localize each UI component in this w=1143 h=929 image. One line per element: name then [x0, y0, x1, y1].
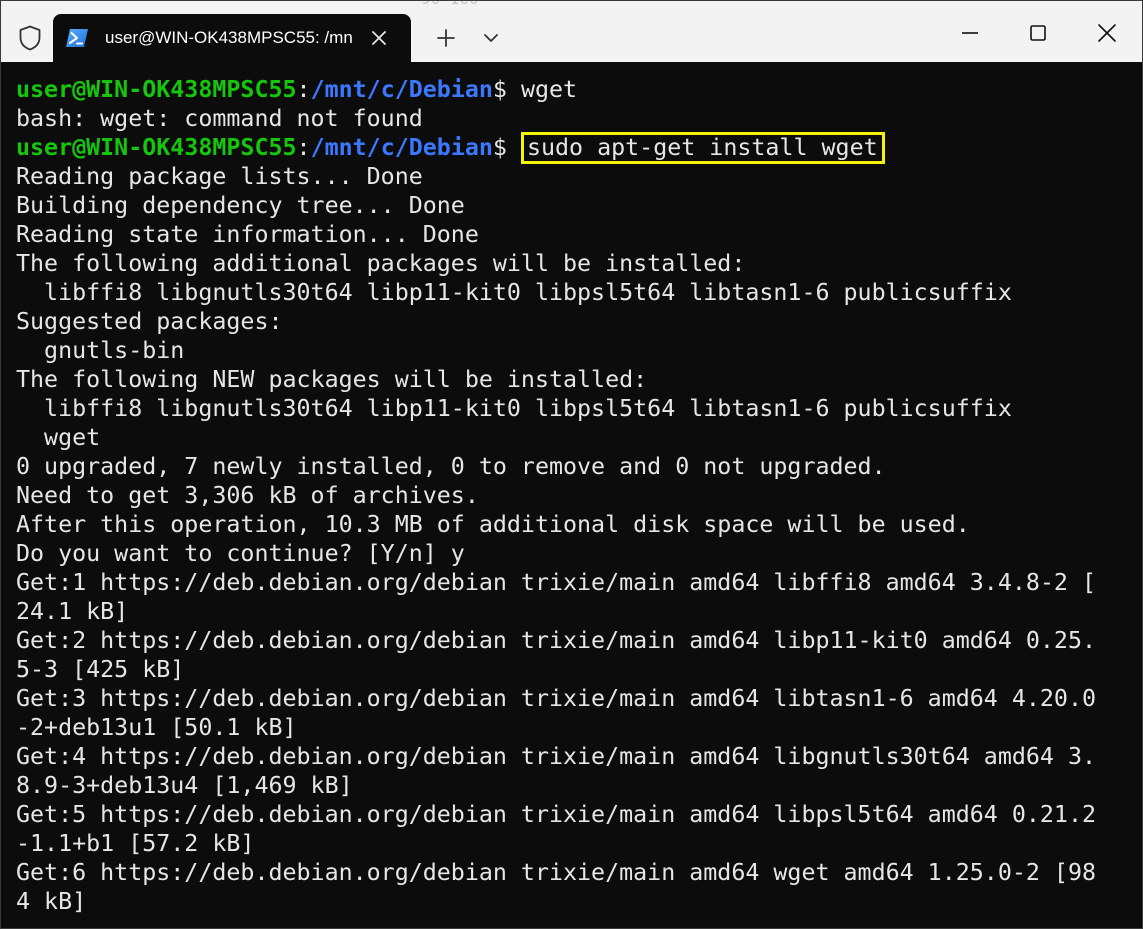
terminal-line: 8.9-3+deb13u4 [1,469 kB] [16, 772, 353, 799]
terminal-line: Get:2 https://deb.debian.org/debian trix… [16, 627, 1096, 654]
prompt-path: /mnt/c/Debian [310, 76, 493, 103]
prompt-user: user@WIN-OK438MPSC55 [16, 76, 297, 103]
terminal-line: Get:6 https://deb.debian.org/debian trix… [16, 859, 1096, 886]
minimize-button[interactable] [947, 17, 993, 49]
prompt-separator: : [296, 76, 311, 103]
terminal-line: The following additional packages will b… [16, 250, 746, 277]
maximize-icon [1030, 25, 1046, 41]
minimize-icon [962, 32, 978, 34]
tab-dropdown-button[interactable] [477, 25, 505, 51]
terminal-line: Reading state information... Done [16, 221, 479, 248]
terminal-lines: user@WIN-OK438MPSC55:/mnt/c/Debian$ wget… [16, 75, 1096, 916]
prompt-user: user@WIN-OK438MPSC55 [16, 134, 297, 161]
terminal-line: libffi8 libgnutls30t64 libp11-kit0 libps… [16, 395, 1012, 422]
powershell-icon [65, 27, 89, 49]
close-icon [1098, 24, 1116, 42]
prompt-path: /mnt/c/Debian [310, 134, 493, 161]
prompt-dollar: $ [492, 134, 521, 161]
tab-title: user@WIN-OK438MPSC55: /mnt/c/Debian [105, 28, 353, 47]
maximize-button[interactable] [1015, 17, 1061, 49]
terminal-line: Building dependency tree... Done [16, 192, 465, 219]
tab-active[interactable]: user@WIN-OK438MPSC55: /mnt/c/Debian [53, 14, 411, 62]
terminal-line: 24.1 kB] [16, 598, 129, 625]
plus-icon [437, 29, 455, 47]
new-tab-button[interactable] [431, 25, 461, 51]
background-ghost-text: 90 100 [421, 1, 479, 8]
terminal-line: 5-3 [425 kB] [16, 656, 185, 683]
title-bar[interactable]: 90 100 user [1, 1, 1142, 67]
tab-close-icon[interactable] [367, 26, 391, 50]
terminal-line: Reading package lists... Done [16, 163, 423, 190]
terminal-line: -1.1+b1 [57.2 kB] [16, 830, 255, 857]
terminal-line: After this operation, 10.3 MB of additio… [16, 511, 970, 538]
terminal-line: The following NEW packages will be insta… [16, 366, 648, 393]
prompt-dollar: $ [492, 76, 521, 103]
shield-icon [18, 25, 42, 51]
terminal-line: 4 kB] [16, 888, 87, 915]
terminal-line: Get:4 https://deb.debian.org/debian trix… [16, 743, 1096, 770]
terminal-line: Get:1 https://deb.debian.org/debian trix… [16, 569, 1096, 596]
chevron-down-icon [484, 34, 498, 42]
terminal-line: gnutls-bin [16, 337, 185, 364]
terminal-line: Get:5 https://deb.debian.org/debian trix… [16, 801, 1096, 828]
terminal-line: Get:3 https://deb.debian.org/debian trix… [16, 685, 1096, 712]
highlighted-command: sudo apt-get install wget [520, 132, 885, 164]
terminal-line: wget [16, 424, 101, 451]
terminal-line: 0 upgraded, 7 newly installed, 0 to remo… [16, 453, 886, 480]
terminal-line: Need to get 3,306 kB of archives. [16, 482, 479, 509]
terminal-line: Do you want to continue? [Y/n] y [16, 540, 465, 567]
terminal-line: -2+deb13u1 [50.1 kB] [16, 714, 297, 741]
terminal-output-area[interactable]: user@WIN-OK438MPSC55:/mnt/c/Debian$ wget… [1, 67, 1142, 928]
terminal-line: user@WIN-OK438MPSC55:/mnt/c/Debian$ sudo… [16, 132, 1096, 164]
terminal-line: user@WIN-OK438MPSC55:/mnt/c/Debian$ wget [16, 75, 1096, 104]
terminal-line: Suggested packages: [16, 308, 283, 335]
terminal-window: 90 100 user [0, 0, 1143, 929]
terminal-line: libffi8 libgnutls30t64 libp11-kit0 libps… [16, 279, 1012, 306]
command-text: wget [520, 76, 578, 103]
close-window-button[interactable] [1084, 17, 1130, 49]
prompt-separator: : [296, 134, 311, 161]
terminal-line: bash: wget: command not found [16, 105, 423, 132]
